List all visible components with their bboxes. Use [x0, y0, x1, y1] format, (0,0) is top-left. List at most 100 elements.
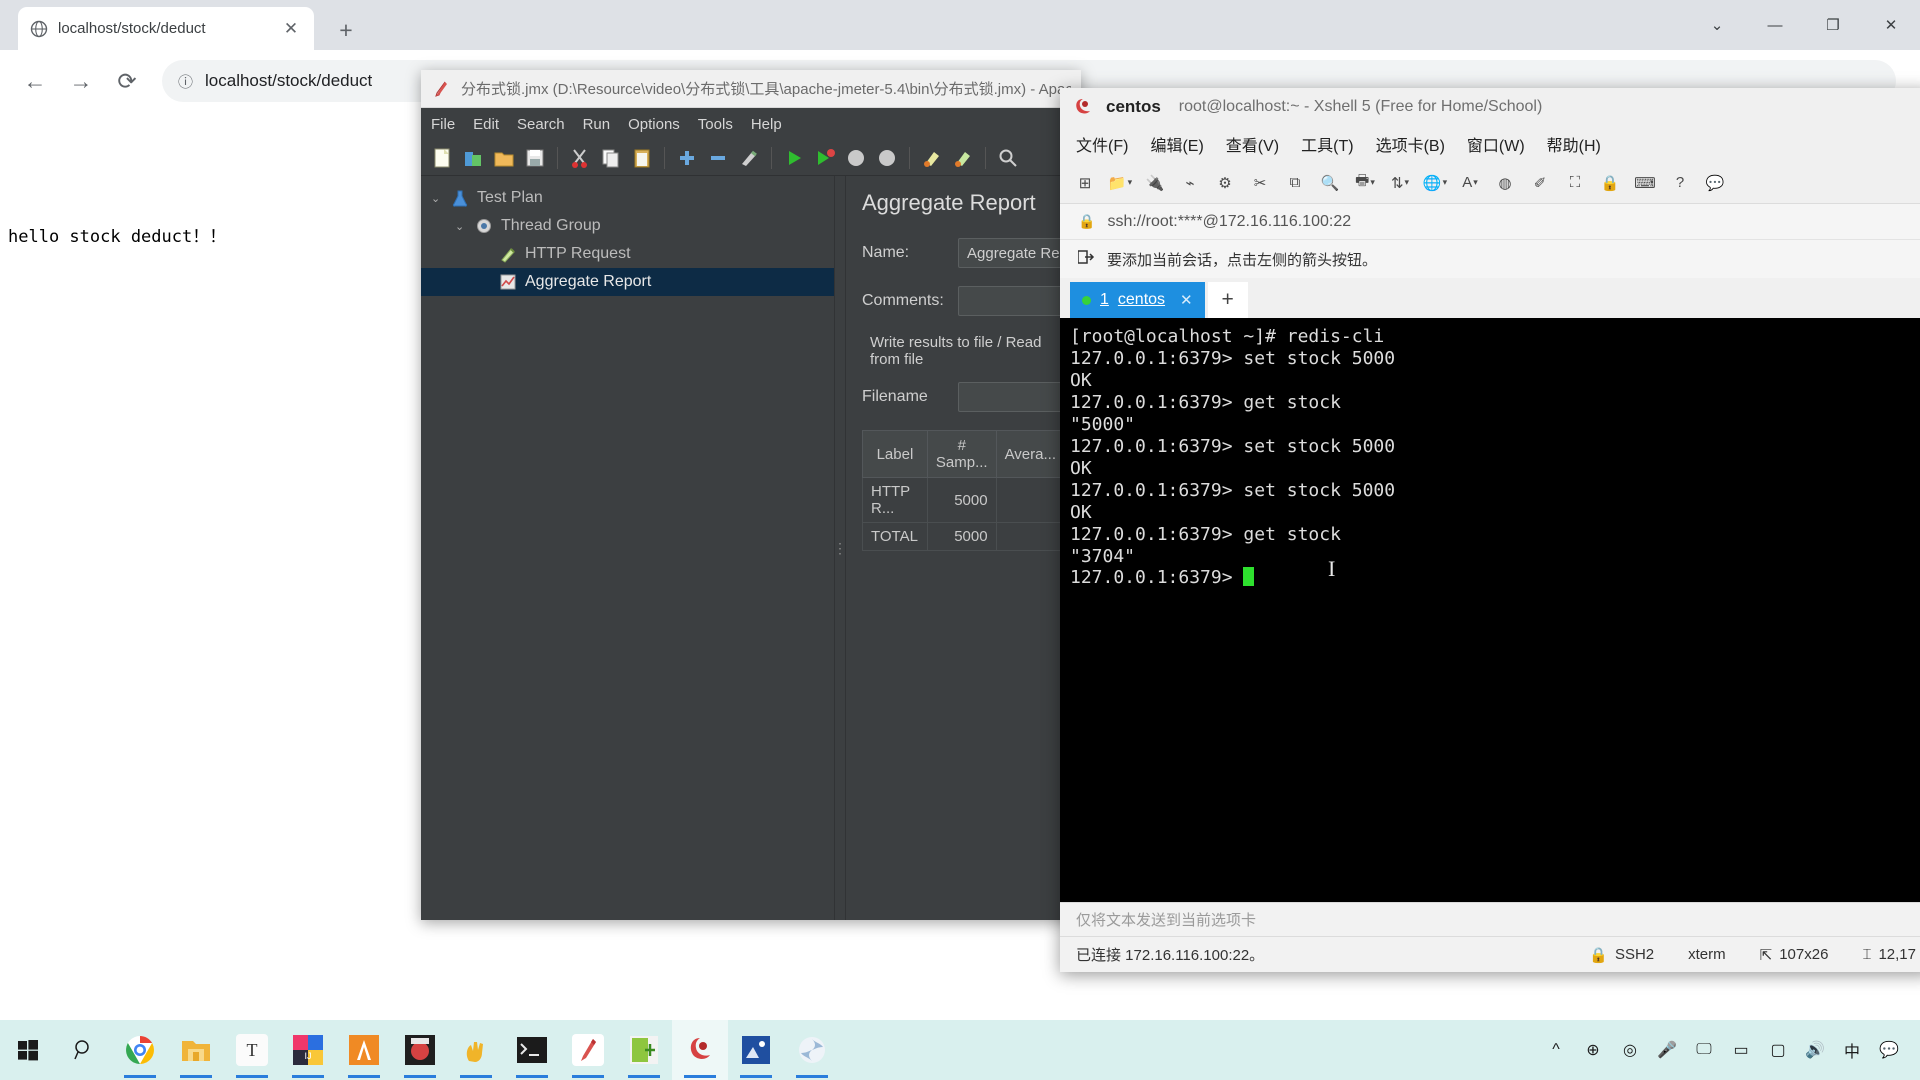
search-icon[interactable]: [995, 145, 1021, 171]
tree-item-thread-group[interactable]: ⌄ Thread Group: [421, 212, 834, 240]
new-session-icon[interactable]: ⊞: [1072, 170, 1098, 196]
stop-icon[interactable]: [843, 145, 869, 171]
menu-view[interactable]: 查看(V): [1226, 132, 1279, 156]
globe-icon[interactable]: ◍: [1492, 170, 1518, 196]
xshell-send-command-bar[interactable]: 仅将文本发送到当前选项卡: [1060, 902, 1920, 936]
close-window-button[interactable]: ✕: [1862, 0, 1920, 50]
jmeter-title-bar[interactable]: 分布式锁.jmx (D:\Resource\video\分布式锁\工具\apac…: [421, 70, 1081, 108]
taskbar-navicat-app[interactable]: [336, 1020, 392, 1080]
tree-item-aggregate-report[interactable]: Aggregate Report: [421, 268, 834, 296]
name-input[interactable]: Aggregate Report: [958, 238, 1065, 268]
chevron-down-icon[interactable]: ⌄: [455, 220, 473, 233]
add-session-icon[interactable]: [1077, 249, 1095, 269]
transfer-icon[interactable]: ⇅ ▾: [1387, 170, 1413, 196]
taskbar-gitkraken-app[interactable]: [392, 1020, 448, 1080]
toggle-icon[interactable]: [736, 145, 762, 171]
taskbar-photos-app[interactable]: [728, 1020, 784, 1080]
start-no-pause-icon[interactable]: [812, 145, 838, 171]
close-icon[interactable]: ✕: [280, 18, 302, 40]
disconnect-icon[interactable]: ⌁: [1177, 170, 1203, 196]
menu-file[interactable]: 文件(F): [1076, 132, 1128, 156]
start-button[interactable]: [0, 1020, 56, 1080]
tree-item-test-plan[interactable]: ⌄ Test Plan: [421, 184, 834, 212]
tray-notifications-icon[interactable]: 💬: [1872, 1020, 1906, 1080]
keyboard-icon[interactable]: ⌨: [1632, 170, 1658, 196]
properties-icon[interactable]: ⚙: [1212, 170, 1238, 196]
web-icon[interactable]: 🌐 ▾: [1422, 170, 1448, 196]
taskbar-editplus-app[interactable]: [616, 1020, 672, 1080]
tray-display-icon[interactable]: 🖵: [1687, 1020, 1721, 1080]
fullscreen-icon[interactable]: ⛶: [1562, 170, 1588, 196]
templates-icon[interactable]: [460, 145, 486, 171]
tray-ime-icon[interactable]: 中: [1835, 1020, 1869, 1080]
menu-edit[interactable]: 编辑(E): [1150, 132, 1203, 156]
minimize-button[interactable]: —: [1746, 0, 1804, 50]
taskbar-jmeter-app[interactable]: [560, 1020, 616, 1080]
column-header-average[interactable]: Avera...: [995, 430, 1066, 478]
chevron-down-icon[interactable]: ⌄: [1688, 0, 1746, 50]
menu-run[interactable]: Run: [583, 116, 611, 133]
menu-tools[interactable]: 工具(T): [1301, 132, 1353, 156]
tray-microphone-icon[interactable]: 🎤: [1650, 1020, 1684, 1080]
comments-input[interactable]: [958, 286, 1065, 316]
column-header-label[interactable]: Label: [862, 430, 928, 478]
forward-button[interactable]: →: [60, 60, 102, 102]
tray-monitor-icon[interactable]: ▢: [1761, 1020, 1795, 1080]
chevron-down-icon[interactable]: ⌄: [431, 192, 449, 205]
browser-tab[interactable]: localhost/stock/deduct ✕: [18, 7, 314, 50]
tray-update-icon[interactable]: ⊕: [1576, 1020, 1610, 1080]
print-icon[interactable]: 🖶 ▾: [1352, 170, 1378, 196]
column-header-samples[interactable]: # Samp...: [926, 430, 997, 478]
menu-file[interactable]: File: [431, 116, 455, 133]
taskbar-xshell-app[interactable]: [672, 1020, 728, 1080]
compose-icon[interactable]: ✐: [1527, 170, 1553, 196]
paste-icon[interactable]: [629, 145, 655, 171]
new-tab-button[interactable]: +: [1207, 282, 1248, 318]
taskbar-intellij-idea-app[interactable]: IJ: [280, 1020, 336, 1080]
menu-tabs[interactable]: 选项卡(B): [1376, 132, 1445, 156]
font-icon[interactable]: A ▾: [1457, 170, 1483, 196]
taskbar-postman-app[interactable]: [448, 1020, 504, 1080]
new-icon[interactable]: [429, 145, 455, 171]
find-icon[interactable]: 🔍: [1317, 170, 1343, 196]
tray-touchpad-icon[interactable]: ▭: [1724, 1020, 1758, 1080]
open-session-icon[interactable]: 📁 ▾: [1107, 170, 1133, 196]
taskbar-typora-app[interactable]: T: [224, 1020, 280, 1080]
taskbar-terminal-app[interactable]: [504, 1020, 560, 1080]
taskbar-chrome-app[interactable]: [112, 1020, 168, 1080]
menu-help[interactable]: Help: [751, 116, 782, 133]
tray-security-icon[interactable]: ◎: [1613, 1020, 1647, 1080]
save-icon[interactable]: [522, 145, 548, 171]
lock-icon[interactable]: 🔒: [1597, 170, 1623, 196]
close-icon[interactable]: ✕: [1180, 291, 1193, 309]
collapse-icon[interactable]: [705, 145, 731, 171]
tree-item-http-request[interactable]: HTTP Request: [421, 240, 834, 268]
reload-button[interactable]: ⟳: [106, 60, 148, 102]
terminal-output[interactable]: [root@localhost ~]# redis-cli 127.0.0.1:…: [1060, 318, 1920, 902]
xshell-title-bar[interactable]: centos root@localhost:~ - Xshell 5 (Free…: [1060, 88, 1920, 126]
open-icon[interactable]: [491, 145, 517, 171]
clear-icon[interactable]: [919, 145, 945, 171]
help-icon[interactable]: ?: [1667, 170, 1693, 196]
menu-search[interactable]: Search: [517, 116, 565, 133]
site-info-icon[interactable]: ⓘ: [178, 71, 193, 92]
table-row[interactable]: TOTAL 5000: [862, 522, 1066, 551]
clear-all-icon[interactable]: [950, 145, 976, 171]
taskbar-xftp-app[interactable]: [784, 1020, 840, 1080]
session-tab-centos[interactable]: 1 centos ✕: [1070, 282, 1205, 318]
start-icon[interactable]: [781, 145, 807, 171]
copy-icon[interactable]: [598, 145, 624, 171]
new-tab-button[interactable]: +: [330, 14, 362, 46]
menu-edit[interactable]: Edit: [473, 116, 499, 133]
maximize-button[interactable]: ❐: [1804, 0, 1862, 50]
chat-icon[interactable]: 💬: [1702, 170, 1728, 196]
table-row[interactable]: HTTP R... 5000: [862, 477, 1066, 523]
menu-tools[interactable]: Tools: [698, 116, 733, 133]
xshell-address-bar[interactable]: 🔒 ssh://root:****@172.16.116.100:22: [1060, 204, 1920, 240]
cut-icon[interactable]: [567, 145, 593, 171]
menu-options[interactable]: Options: [628, 116, 680, 133]
expand-icon[interactable]: [674, 145, 700, 171]
search-button[interactable]: [56, 1020, 112, 1080]
copy-icon[interactable]: ⧉: [1282, 170, 1308, 196]
menu-help[interactable]: 帮助(H): [1547, 132, 1601, 156]
